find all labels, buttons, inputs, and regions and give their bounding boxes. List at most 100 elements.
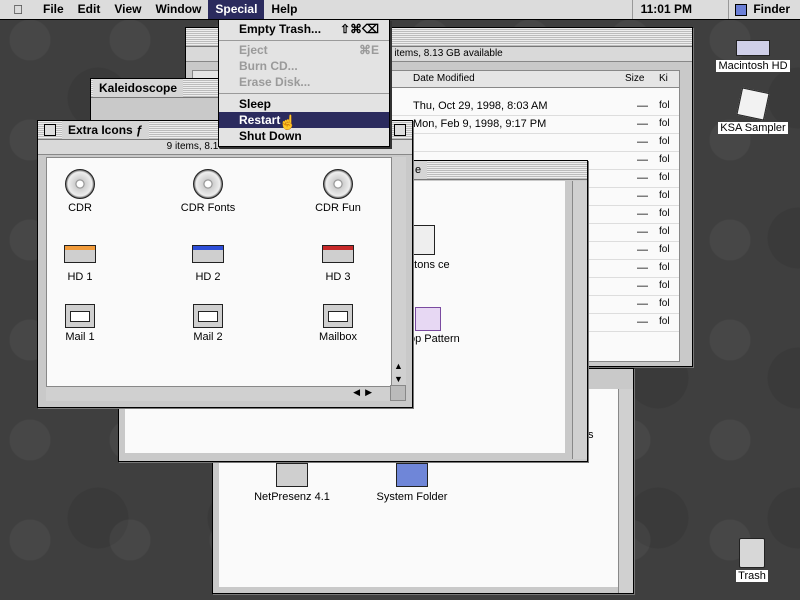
application-icon bbox=[736, 87, 770, 121]
extra-icons-window: Extra Icons ƒ 9 items, 8.13 GB available… bbox=[37, 120, 413, 408]
ksa-sampler-label: KSA Sampler bbox=[718, 122, 788, 134]
row-kind: fol bbox=[659, 244, 670, 255]
extra-icons-vscroll[interactable]: ▲ ▼ bbox=[391, 157, 406, 385]
special-menu: Empty Trash... ⇧⌘⌫ Eject ⌘E Burn CD... Era… bbox=[218, 19, 390, 147]
buttons-ce-item[interactable]: uttons ce bbox=[405, 225, 450, 271]
hand-cursor-icon: ☝ bbox=[279, 114, 297, 130]
macintosh-hd-icon[interactable]: Macintosh HD bbox=[716, 40, 790, 72]
menu-item-burn-cd[interactable]: Burn CD... bbox=[219, 58, 389, 74]
resize-box-icon[interactable] bbox=[390, 385, 406, 401]
row-kind: fol bbox=[659, 118, 670, 129]
row-kind: fol bbox=[659, 262, 670, 273]
extra-icons-hscroll[interactable]: ◀ ▶ bbox=[46, 386, 390, 401]
cdr-item[interactable]: CDR bbox=[40, 169, 120, 214]
menu-item-empty-trash[interactable]: Empty Trash... ⇧⌘⌫ bbox=[219, 21, 389, 37]
hd1-item[interactable]: HD 1 bbox=[40, 239, 120, 283]
column-kind[interactable]: Ki bbox=[659, 71, 668, 87]
kaleidoscope-title: Kaleidoscope bbox=[93, 79, 184, 97]
application-name: Finder bbox=[753, 2, 790, 16]
row-kind: fol bbox=[659, 226, 670, 237]
erase-disk-label: Erase Disk... bbox=[239, 75, 311, 89]
row-size: — bbox=[637, 136, 648, 148]
mailbox-item[interactable]: Mailbox bbox=[298, 301, 378, 343]
trash-icon[interactable]: Trash bbox=[730, 538, 774, 582]
hd3-label: HD 3 bbox=[325, 271, 351, 283]
mail-icon bbox=[65, 304, 95, 328]
row-size: — bbox=[637, 154, 648, 166]
row-kind: fol bbox=[659, 316, 670, 327]
scroll-right-arrow-icon[interactable]: ▶ bbox=[365, 387, 372, 398]
menu-item-sleep[interactable]: Sleep bbox=[219, 96, 389, 112]
ksa-sampler-icon[interactable]: KSA Sampler bbox=[716, 87, 790, 134]
menu-bar:  File Edit View Window Special Help 11:… bbox=[0, 0, 800, 20]
scroll-left-arrow-icon[interactable]: ◀ bbox=[353, 387, 360, 398]
document-icon bbox=[411, 225, 435, 255]
apple-menu-icon[interactable]:  bbox=[0, 0, 36, 19]
mailbox-label: Mailbox bbox=[319, 331, 357, 343]
menu-file[interactable]: File bbox=[36, 0, 71, 19]
menu-item-erase-disk[interactable]: Erase Disk... bbox=[219, 74, 389, 90]
eject-shortcut: ⌘E bbox=[358, 43, 379, 57]
row-kind: fol bbox=[659, 154, 670, 165]
row-size: — bbox=[637, 226, 648, 238]
menu-window[interactable]: Window bbox=[148, 0, 208, 19]
menu-edit[interactable]: Edit bbox=[71, 0, 108, 19]
row-size: — bbox=[637, 280, 648, 292]
menu-item-eject[interactable]: Eject ⌘E bbox=[219, 42, 389, 58]
row-date: Mon, Feb 9, 1998, 9:17 PM bbox=[413, 118, 547, 130]
system-folder-label: System Folder bbox=[376, 491, 448, 503]
cdr-fonts-item[interactable]: CDR Fonts bbox=[168, 169, 248, 214]
bottom-window-text-fragment: s bbox=[588, 429, 594, 441]
mail1-item[interactable]: Mail 1 bbox=[40, 301, 120, 343]
desktop-pattern-item[interactable]: op Pattern bbox=[409, 307, 460, 345]
row-kind: fol bbox=[659, 136, 670, 147]
cdr-fun-label: CDR Fun bbox=[315, 202, 361, 214]
mail2-label: Mail 2 bbox=[193, 331, 223, 343]
mail-icon bbox=[193, 304, 223, 328]
burn-cd-label: Burn CD... bbox=[239, 59, 298, 73]
eject-label: Eject bbox=[239, 43, 268, 57]
cdr-fun-item[interactable]: CDR Fun bbox=[298, 169, 378, 214]
row-kind: fol bbox=[659, 190, 670, 201]
column-size[interactable]: Size bbox=[625, 71, 644, 87]
scroll-up-arrow-icon[interactable]: ▲ bbox=[394, 361, 403, 371]
hd3-item[interactable]: HD 3 bbox=[298, 239, 378, 283]
mailbox-icon bbox=[323, 304, 353, 328]
system-folder[interactable]: System Folder bbox=[367, 463, 457, 503]
empty-trash-shortcut: ⇧⌘⌫ bbox=[339, 22, 379, 36]
menu-help[interactable]: Help bbox=[264, 0, 304, 19]
menu-view[interactable]: View bbox=[107, 0, 148, 19]
collapse-box-icon[interactable] bbox=[394, 124, 406, 136]
row-date: Thu, Oct 29, 1998, 8:03 AM bbox=[413, 100, 548, 112]
hard-disk-icon bbox=[322, 245, 354, 263]
close-box-icon[interactable] bbox=[44, 124, 56, 136]
cd-icon bbox=[193, 169, 223, 199]
bottom-window-vscroll[interactable] bbox=[618, 389, 633, 593]
row-size: — bbox=[637, 100, 648, 112]
kaleidoscope-titlebar[interactable]: Kaleidoscope bbox=[91, 79, 229, 98]
desktop-pattern-label: op Pattern bbox=[409, 333, 460, 345]
trash-label: Trash bbox=[736, 570, 768, 582]
hd2-item[interactable]: HD 2 bbox=[168, 239, 248, 283]
menu-special[interactable]: Special bbox=[208, 0, 265, 19]
back-window-info-text: 1 items, 8.13 GB available bbox=[386, 48, 503, 59]
trash-can-icon bbox=[739, 538, 765, 568]
row-size: — bbox=[637, 208, 648, 220]
menubar-clock[interactable]: 11:01 PM bbox=[631, 0, 700, 19]
mail2-item[interactable]: Mail 2 bbox=[168, 301, 248, 343]
menu-item-shut-down[interactable]: Shut Down bbox=[219, 128, 389, 144]
netpresenz-folder[interactable]: NetPresenz 4.1 bbox=[247, 463, 337, 503]
scroll-down-arrow-icon[interactable]: ▼ bbox=[394, 374, 403, 384]
sleep-label: Sleep bbox=[239, 97, 272, 111]
row-kind: fol bbox=[659, 172, 670, 183]
row-size: — bbox=[637, 262, 648, 274]
middle-window-vscroll[interactable] bbox=[572, 181, 587, 459]
column-date-modified[interactable]: Date Modified bbox=[413, 71, 475, 87]
menu-item-restart[interactable]: Restart bbox=[219, 112, 389, 128]
application-menu[interactable]: Finder bbox=[728, 0, 800, 19]
row-size: — bbox=[637, 190, 648, 202]
hard-disk-icon bbox=[64, 245, 96, 263]
empty-trash-label: Empty Trash... bbox=[239, 22, 322, 36]
row-size: — bbox=[637, 244, 648, 256]
netpresenz-label: NetPresenz 4.1 bbox=[254, 491, 330, 503]
